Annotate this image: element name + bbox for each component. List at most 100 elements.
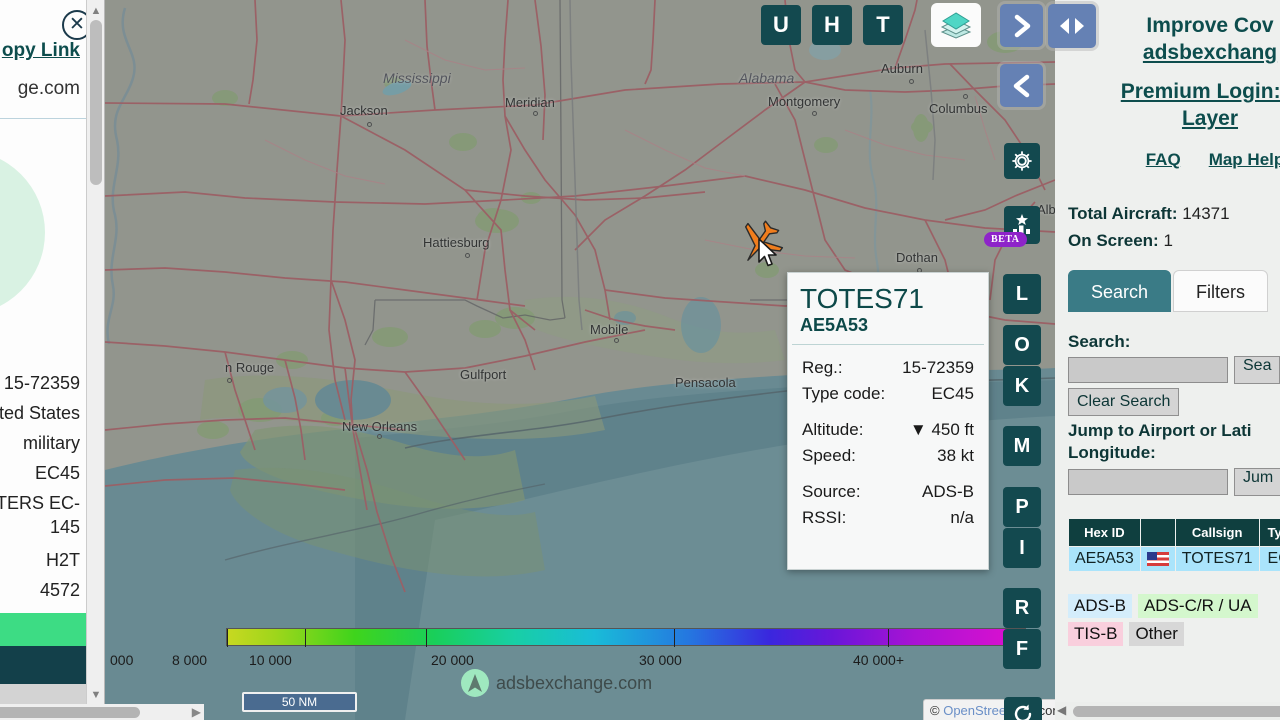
search-button[interactable]: Sea [1234, 356, 1280, 384]
legend-adsc: ADS-C/R / UA [1137, 594, 1258, 618]
scroll-down-arrow-icon[interactable]: ▼ [89, 688, 103, 702]
detail-row-model-line2: 145 [49, 517, 80, 537]
map-help-link[interactable]: Map Help [1209, 150, 1280, 170]
reload-button[interactable] [1004, 697, 1042, 720]
aircraft-table-container: Hex ID Callsign Typ AE5A53 TOTES71 EC [1055, 518, 1280, 572]
col-callsign[interactable]: Callsign [1174, 518, 1260, 547]
popup-field-label: Altitude: [802, 420, 864, 439]
chevron-left-icon [1013, 74, 1029, 97]
next-aircraft-button[interactable] [1000, 4, 1043, 47]
popup-field-value: EC45 [931, 384, 974, 403]
jump-row: Jum [1055, 468, 1280, 496]
aircraft-info-popup: TOTES71 AE5A53 Reg.: 15-72359 Type code:… [787, 272, 989, 570]
popup-field-label: Type code: [802, 384, 886, 403]
popup-field-source: Source: ADS-B [788, 479, 988, 505]
map-city-dot [465, 253, 470, 258]
col-type[interactable]: Typ [1258, 518, 1280, 547]
aircraft-marker-TOTES71[interactable] [735, 218, 785, 268]
popup-field-value: ADS-B [922, 482, 974, 501]
map-city-dot [367, 122, 372, 127]
map-city-dot [963, 94, 968, 99]
map-city-dot [909, 79, 914, 84]
map-button-l[interactable]: L [1003, 274, 1041, 314]
search-input[interactable] [1068, 357, 1228, 383]
sidebar-hscrollbar-thumb[interactable] [1073, 706, 1280, 717]
map-button-h[interactable]: H [812, 5, 852, 45]
premium-login-link[interactable]: Premium Login: n Layer [1055, 78, 1280, 132]
jump-label: Jump to Airport or Lati Longitude: [1055, 420, 1280, 464]
altitude-label: 8 000 [172, 652, 208, 668]
popup-field-value: n/a [950, 508, 974, 527]
legend-tisb: TIS-B [1068, 622, 1124, 646]
beta-badge: BETA [984, 232, 1027, 247]
cell-hex-id[interactable]: AE5A53 [1068, 546, 1141, 572]
map-button-o[interactable]: O [1003, 325, 1041, 365]
details-button[interactable]: AILS [0, 613, 95, 646]
map-button-f[interactable]: F [1003, 629, 1041, 669]
altitude-label: 40 000+ [853, 652, 904, 668]
map-button-k[interactable]: K [1003, 366, 1041, 406]
legend-row-2: TIS-B Other [1068, 622, 1280, 646]
adsbx-logo-icon [461, 669, 489, 697]
map-button-u[interactable]: U [761, 5, 801, 45]
panel-divider [0, 118, 90, 119]
map-city-dot [377, 434, 382, 439]
map-button-r[interactable]: R [1003, 588, 1041, 628]
settings-button[interactable] [1004, 143, 1040, 179]
altitude-color-scale [226, 628, 1026, 647]
us-flag-icon [1146, 551, 1169, 566]
detail-row-category: H2T [45, 550, 80, 570]
popup-callsign: TOTES71 [800, 283, 924, 314]
popup-field-label: RSSI: [802, 508, 847, 527]
total-aircraft-row: Total Aircraft: 14371 [1068, 200, 1280, 227]
clear-search-button[interactable]: Clear Search [1068, 388, 1180, 416]
hscroll-left-arrow-icon[interactable]: ◀ [1057, 703, 1066, 717]
legend-other: Other [1129, 622, 1184, 646]
scrollbar-thumb[interactable] [90, 20, 102, 185]
sidebar-panel: Improve Cov adsbexchang Premium Login: n… [1055, 0, 1280, 720]
popup-field-reg: Reg.: 15-72359 [788, 355, 988, 381]
altitude-tick [426, 629, 427, 647]
jump-button[interactable]: Jum [1234, 468, 1280, 496]
popup-field-typecode: Type code: EC45 [788, 381, 988, 407]
layers-button[interactable] [931, 3, 981, 47]
sidebar-horizontal-scrollbar[interactable]: ◀ [1055, 702, 1280, 720]
col-hex-id[interactable]: Hex ID [1068, 518, 1141, 547]
tab-filters[interactable]: Filters [1173, 270, 1269, 312]
map-button-i[interactable]: I [1003, 528, 1041, 568]
faq-link[interactable]: FAQ [1146, 150, 1181, 170]
altitude-label: 20 000 [431, 652, 474, 668]
scroll-up-arrow-icon[interactable]: ▲ [89, 4, 103, 18]
cell-type[interactable]: EC [1258, 546, 1280, 572]
on-screen-row: On Screen: 1 [1068, 227, 1280, 254]
copy-link-button[interactable]: opy Link [0, 40, 90, 62]
popup-field-label: Speed: [802, 446, 856, 465]
panel-vertical-scrollbar[interactable]: ▲ ▼ [86, 0, 104, 720]
aircraft-counts: Total Aircraft: 14371 On Screen: 1 [1055, 200, 1280, 254]
tab-search[interactable]: Search [1068, 270, 1172, 312]
cell-callsign[interactable]: TOTES71 [1174, 546, 1260, 572]
map-button-t[interactable]: T [863, 5, 903, 45]
gear-icon [1012, 151, 1032, 171]
map-button-p[interactable]: P [1003, 487, 1041, 527]
activity-button[interactable]: TIVITY [0, 646, 95, 684]
map-city-dot [812, 111, 817, 116]
table-row[interactable]: AE5A53 TOTES71 EC [1068, 546, 1280, 572]
jump-input[interactable] [1068, 469, 1228, 495]
total-aircraft-value: 14371 [1182, 204, 1230, 223]
expand-collapse-panel-button[interactable] [1048, 4, 1096, 48]
on-screen-label: On Screen: [1068, 231, 1159, 250]
col-flag[interactable] [1139, 518, 1176, 547]
panel-horizontal-scrollbar[interactable]: ▶ [0, 704, 204, 720]
map-button-m[interactable]: M [1003, 426, 1041, 466]
cell-flag [1139, 546, 1176, 572]
legend-adsb: ADS-B [1068, 594, 1132, 618]
popup-field-speed: Speed: 38 kt [788, 443, 988, 469]
hscrollbar-thumb[interactable] [0, 707, 140, 718]
hscroll-right-arrow-icon[interactable]: ▶ [192, 705, 201, 719]
prev-aircraft-button[interactable] [1000, 64, 1043, 107]
popup-field-rssi: RSSI: n/a [788, 505, 988, 531]
detail-row-operator: military [23, 433, 80, 453]
search-row: Sea [1055, 356, 1280, 384]
altitude-tick [227, 629, 228, 647]
